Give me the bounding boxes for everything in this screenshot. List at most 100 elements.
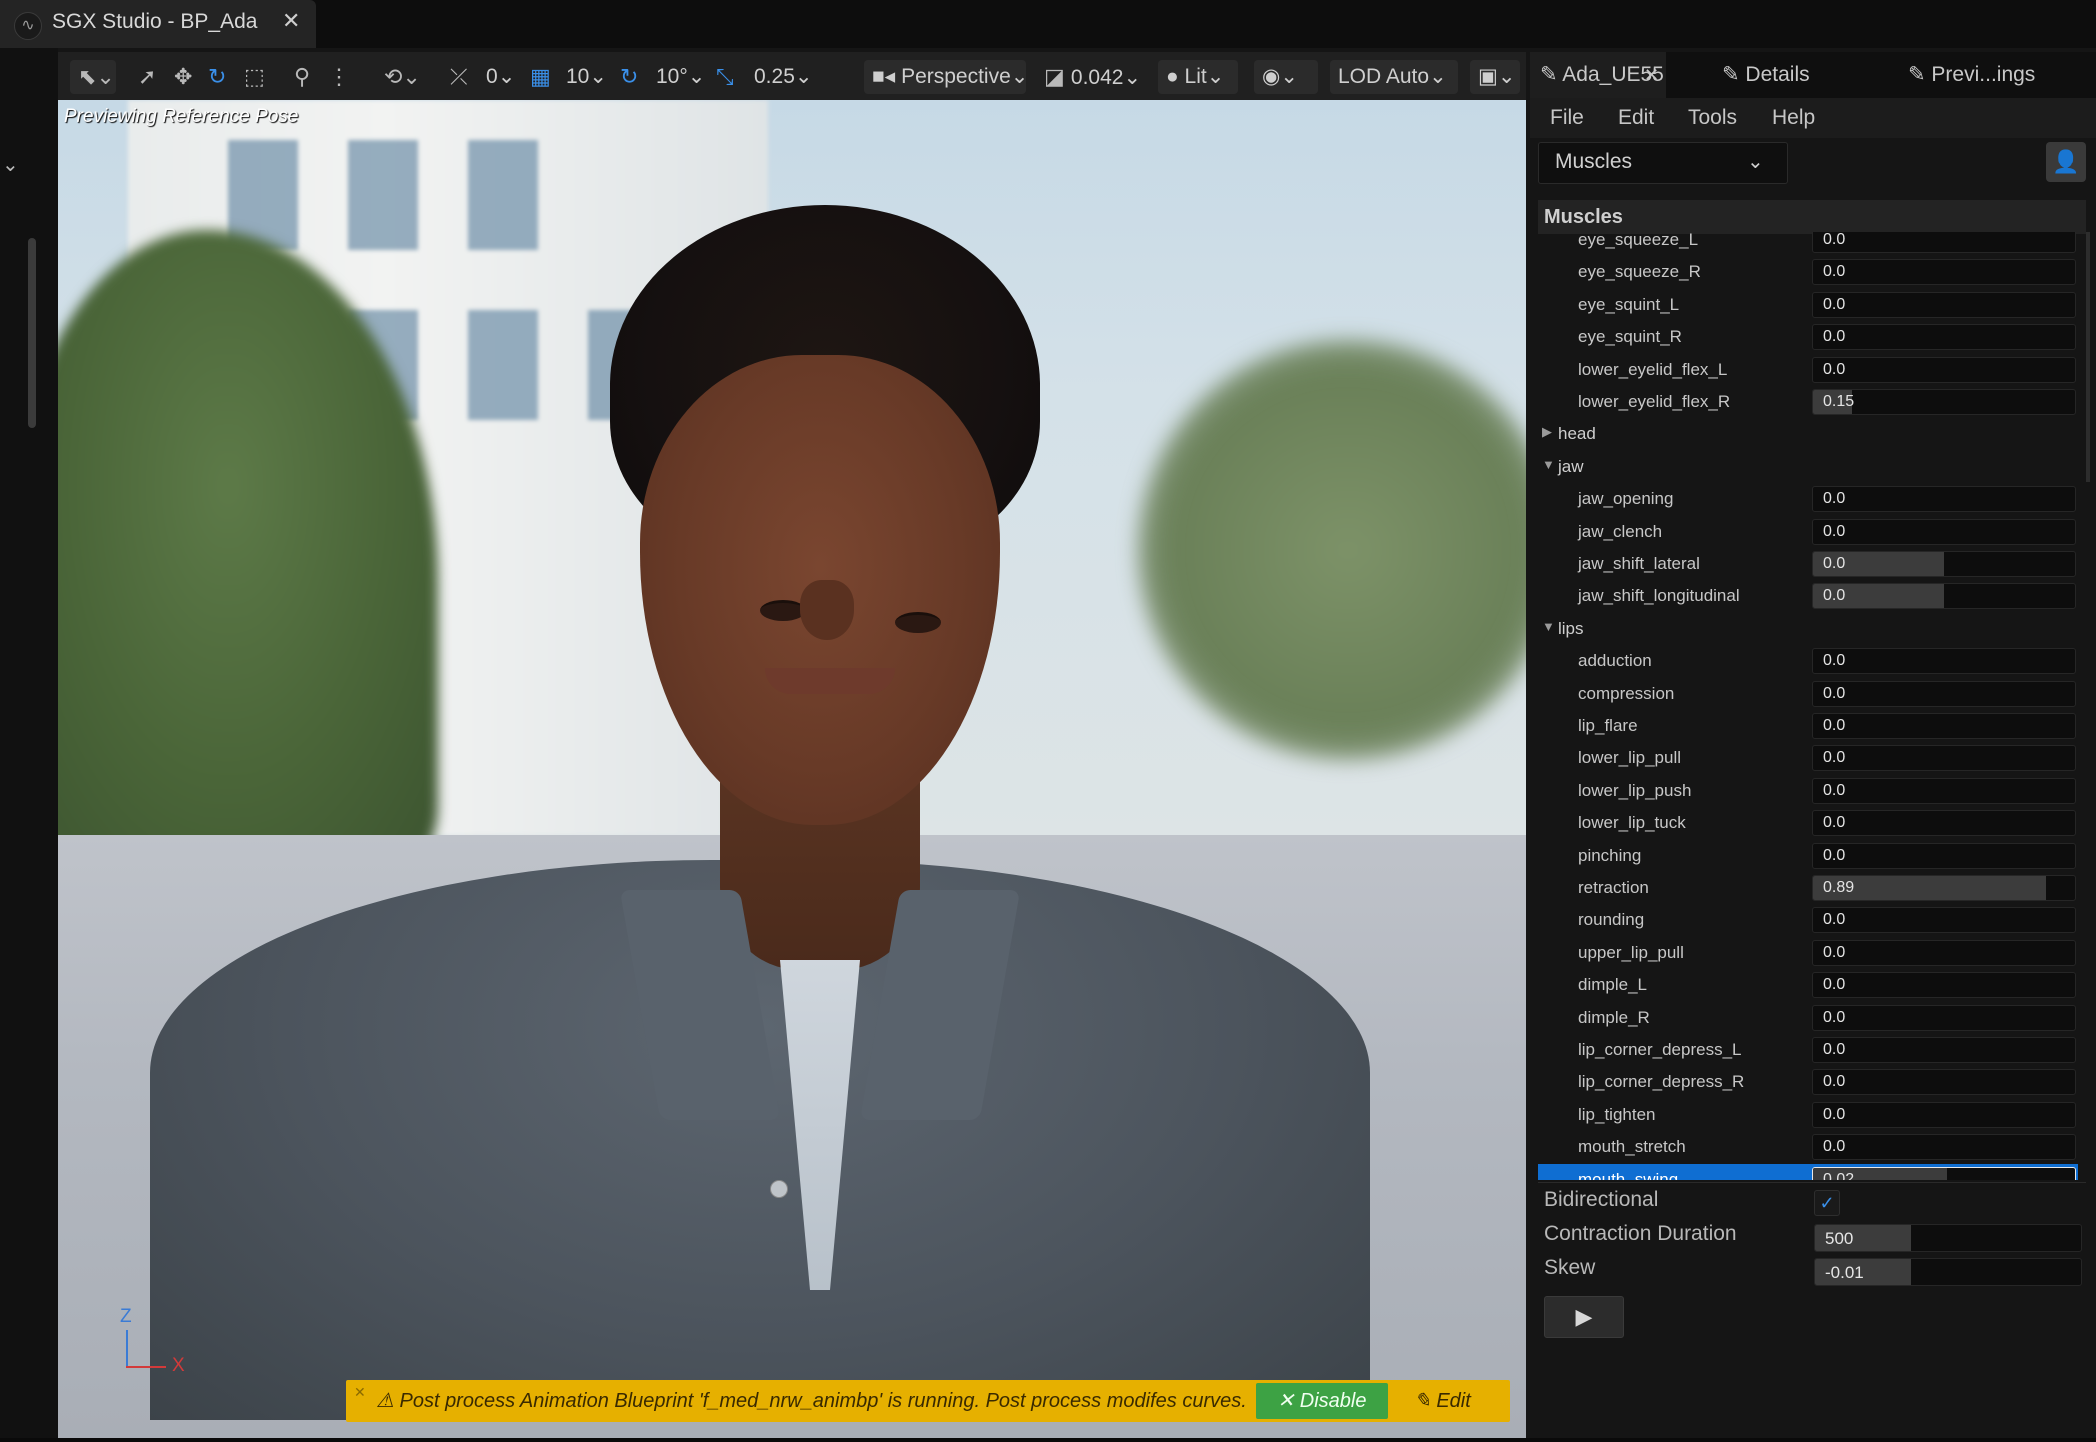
play-button[interactable]: ▶ [1544, 1296, 1624, 1338]
list-scrollbar[interactable] [2086, 232, 2090, 482]
dismiss-warning-icon[interactable]: ✕ [354, 1384, 366, 1401]
value-slider-field[interactable]: 0.0 [1812, 842, 2076, 869]
menu-edit[interactable]: Edit [1618, 98, 1654, 138]
value-slider-field[interactable]: 0.0 [1812, 356, 2076, 383]
angle-snap-value[interactable]: 0⌄ [486, 60, 515, 94]
value-slider-field[interactable]: 0.02 [1812, 1166, 2076, 1180]
select-arrow-icon[interactable]: ➚ [138, 60, 156, 94]
muscle-group-dropdown[interactable]: Muscles ⌄ [1538, 142, 1788, 184]
muscle-row-mouth-swing[interactable]: mouth_swing 0.02 [1538, 1163, 2078, 1180]
value-slider-field[interactable]: 0.0 [1812, 648, 2076, 675]
tab-preview-settings[interactable]: ✎ Previ...ings [1908, 52, 2035, 98]
group-row-head[interactable]: ▶ head [1538, 418, 2078, 450]
value-slider-field[interactable]: 0.0 [1812, 232, 2076, 253]
expanded-triangle-icon[interactable]: ▼ [1542, 619, 1555, 634]
expanded-triangle-icon[interactable]: ▼ [1542, 457, 1555, 472]
value-slider-field[interactable]: 0.0 [1812, 1134, 2076, 1161]
value-slider-field[interactable]: 0.0 [1812, 291, 2076, 318]
left-scrollbar[interactable] [28, 238, 36, 428]
muscle-row-upper-lip-pull[interactable]: upper_lip_pull 0.0 [1538, 937, 2078, 969]
muscle-row-lip-tighten[interactable]: lip_tighten 0.0 [1538, 1099, 2078, 1131]
value-slider-field[interactable]: 0.0 [1812, 907, 2076, 934]
muscle-row-dimple-L[interactable]: dimple_L 0.0 [1538, 969, 2078, 1001]
value-slider-field[interactable]: 0.0 [1812, 518, 2076, 545]
muscle-row-jaw-opening[interactable]: jaw_opening 0.0 [1538, 483, 2078, 515]
scale-snap-value[interactable]: 0.25⌄ [754, 60, 812, 94]
scale-snap-icon[interactable]: ⤡ [716, 60, 734, 94]
muscle-list[interactable]: eye_squeeze_L 0.0 eye_squeeze_R 0.0 eye_squi… [1538, 232, 2078, 1180]
muscle-row-lower-lip-push[interactable]: lower_lip_push 0.0 [1538, 775, 2078, 807]
muscle-row-lower-lip-tuck[interactable]: lower_lip_tuck 0.0 [1538, 807, 2078, 839]
collapse-chevron-icon[interactable]: ⌄ [2, 152, 19, 177]
muscle-row-jaw-shift-lateral[interactable]: jaw_shift_lateral 0.0 [1538, 548, 2078, 580]
value-slider-field[interactable]: 0.0 [1812, 551, 2076, 577]
view-mode-dropdown[interactable]: ■◂ Perspective⌄ [864, 60, 1028, 94]
value-slider-field[interactable]: 0.0 [1812, 745, 2076, 772]
muscle-row-dimple-R[interactable]: dimple_R 0.0 [1538, 1002, 2078, 1034]
value-slider-field[interactable]: 0.0 [1812, 1069, 2076, 1096]
disable-button[interactable]: ✕ Disable [1256, 1383, 1388, 1419]
muscle-row-lower-lip-pull[interactable]: lower_lip_pull 0.0 [1538, 742, 2078, 774]
grid-snap-icon[interactable]: ▦ [530, 60, 551, 94]
muscle-row-retraction[interactable]: retraction 0.89 [1538, 872, 2078, 904]
muscle-row-eye-squint-L[interactable]: eye_squint_L 0.0 [1538, 289, 2078, 321]
muscle-row-adduction[interactable]: adduction 0.0 [1538, 645, 2078, 677]
document-tab[interactable]: ∿ SGX Studio - BP_Ada ✕ [0, 0, 316, 48]
value-slider-field[interactable]: 0.0 [1812, 324, 2076, 351]
more-options-icon[interactable]: ⋮ [328, 60, 350, 94]
select-mode-button[interactable]: ⬉⌄ [70, 60, 116, 94]
show-flags-dropdown[interactable]: ◉⌄ [1254, 60, 1318, 94]
rotation-snap-icon[interactable]: ↻ [620, 60, 638, 94]
skew-field[interactable]: -0.01 [1814, 1258, 2082, 1286]
muscle-row-eye-squeeze-L[interactable]: eye_squeeze_L 0.0 [1538, 232, 2078, 256]
person-icon[interactable]: 👤 [2046, 142, 2086, 182]
value-slider-field[interactable]: 0.89 [1812, 875, 2076, 901]
muscle-row-jaw-clench[interactable]: jaw_clench 0.0 [1538, 516, 2078, 548]
value-slider-field[interactable]: 0.0 [1812, 972, 2076, 999]
surface-snap-icon[interactable]: ⟲⌄ [384, 60, 421, 94]
muscle-row-rounding[interactable]: rounding 0.0 [1538, 904, 2078, 936]
menu-tools[interactable]: Tools [1688, 98, 1737, 138]
muscle-row-lower-eyelid-flex-L[interactable]: lower_eyelid_flex_L 0.0 [1538, 354, 2078, 386]
camera-speed-control[interactable]: ◪ 0.042⌄ [1044, 60, 1141, 94]
value-slider-field[interactable]: 0.0 [1812, 680, 2076, 707]
value-slider-field[interactable]: 0.0 [1812, 939, 2076, 966]
muscle-row-jaw-shift-longitudinal[interactable]: jaw_shift_longitudinal 0.0 [1538, 580, 2078, 612]
muscle-row-lip-corner-depress-R[interactable]: lip_corner_depress_R 0.0 [1538, 1066, 2078, 1098]
close-tab-ada-icon[interactable]: ✕ [1644, 52, 1659, 98]
value-slider-field[interactable]: 0.0 [1812, 810, 2076, 837]
muscle-row-eye-squeeze-R[interactable]: eye_squeeze_R 0.0 [1538, 256, 2078, 288]
menu-help[interactable]: Help [1772, 98, 1815, 138]
move-icon[interactable]: ✥ [174, 60, 192, 94]
value-slider-field[interactable]: 0.0 [1812, 583, 2076, 610]
menu-file[interactable]: File [1550, 98, 1584, 138]
scale-icon[interactable]: ⬚ [244, 60, 265, 94]
value-slider-field[interactable]: 0.0 [1812, 1004, 2076, 1031]
rotation-snap-value[interactable]: 10°⌄ [656, 60, 705, 94]
muscle-row-pinching[interactable]: pinching 0.0 [1538, 840, 2078, 872]
contraction-duration-field[interactable]: 500 [1814, 1224, 2082, 1252]
value-slider-field[interactable]: 0.0 [1812, 486, 2076, 513]
grid-snap-value[interactable]: 10⌄ [566, 60, 607, 94]
value-slider-field[interactable]: 0.0 [1812, 713, 2076, 739]
lod-dropdown[interactable]: LOD Auto⌄ [1330, 60, 1458, 94]
angle-snap-icon[interactable]: ⤫ [450, 60, 468, 94]
group-row-jaw[interactable]: ▼ jaw [1538, 451, 2078, 483]
viewport-settings-button[interactable]: ▣⌄ [1470, 60, 1520, 94]
lighting-dropdown[interactable]: ● Lit⌄ [1158, 60, 1238, 94]
tab-details[interactable]: ✎ Details [1722, 52, 1810, 98]
muscle-row-compression[interactable]: compression 0.0 [1538, 678, 2078, 710]
muscle-row-mouth-stretch[interactable]: mouth_stretch 0.0 [1538, 1131, 2078, 1163]
collapsed-triangle-icon[interactable]: ▶ [1542, 424, 1552, 440]
muscle-row-lip-corner-depress-L[interactable]: lip_corner_depress_L 0.0 [1538, 1034, 2078, 1066]
value-slider-field[interactable]: 0.15 [1812, 389, 2076, 415]
close-tab-icon[interactable]: ✕ [282, 8, 300, 34]
group-row-lips[interactable]: ▼ lips [1538, 613, 2078, 645]
edit-button[interactable]: ✎ Edit [1414, 1383, 1494, 1419]
muscle-row-eye-squint-R[interactable]: eye_squint_R 0.0 [1538, 321, 2078, 353]
value-slider-field[interactable]: 0.0 [1812, 777, 2076, 804]
rotate-icon[interactable]: ↻ [208, 60, 226, 94]
coordinate-system-icon[interactable]: ⚲ [294, 60, 310, 94]
muscle-row-lower-eyelid-flex-R[interactable]: lower_eyelid_flex_R 0.15 [1538, 386, 2078, 418]
value-slider-field[interactable]: 0.0 [1812, 1037, 2076, 1063]
